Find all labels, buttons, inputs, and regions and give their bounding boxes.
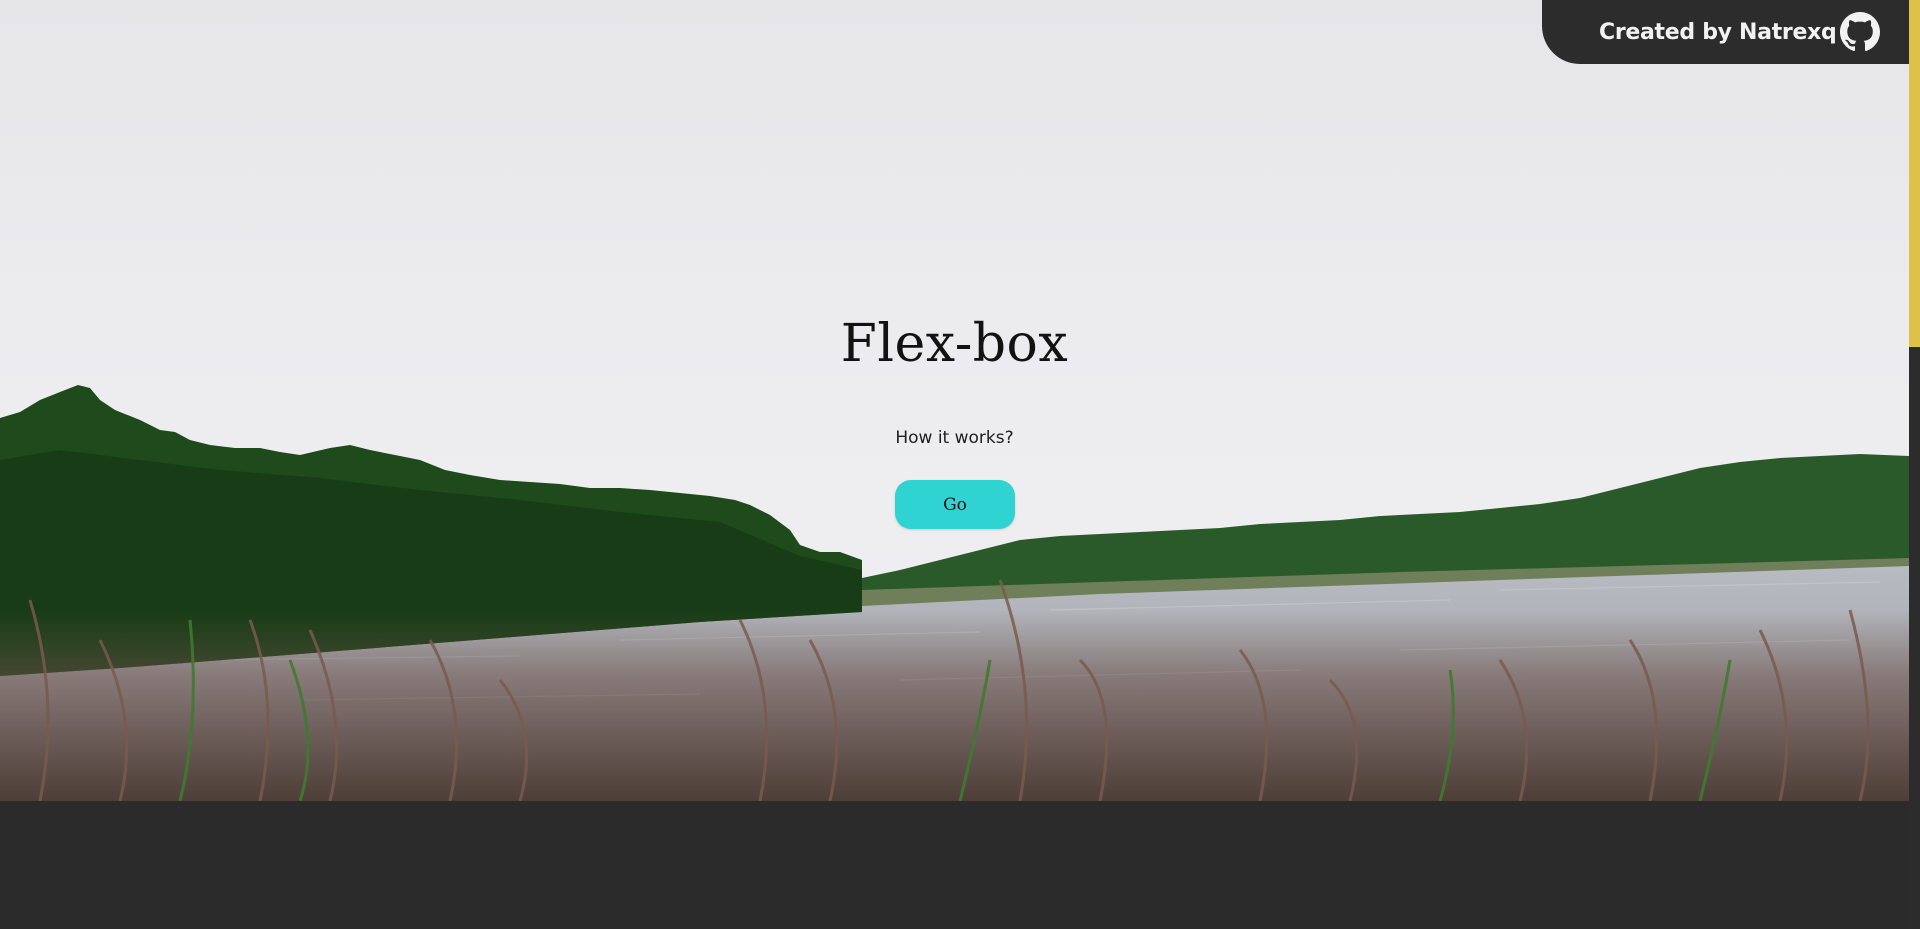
page: Flex-box How it works? Go Created by Nat… [0, 0, 1920, 929]
credit-text: Created by Natrexq [1599, 19, 1837, 45]
github-icon[interactable] [1840, 12, 1880, 52]
credit-badge[interactable]: Created by Natrexq [1542, 0, 1909, 64]
page-title: Flex-box [840, 314, 1069, 374]
hero-subtitle: How it works? [895, 428, 1014, 448]
scrollbar-thumb[interactable] [1909, 0, 1920, 347]
dark-content-area [0, 801, 1909, 929]
hero-content: Flex-box How it works? Go [0, 0, 1909, 801]
go-button[interactable]: Go [895, 480, 1015, 529]
hero-section: Flex-box How it works? Go [0, 0, 1909, 801]
scrollbar[interactable] [1909, 0, 1920, 929]
